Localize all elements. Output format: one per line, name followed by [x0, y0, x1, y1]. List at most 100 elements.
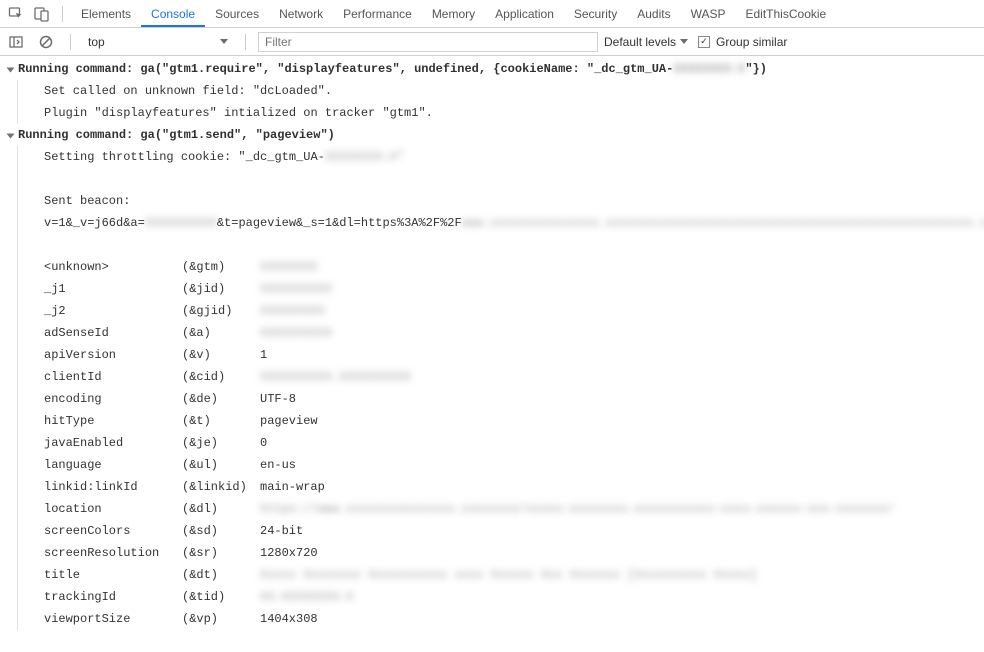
tab-memory[interactable]: Memory: [422, 1, 485, 27]
log-text: Plugin "displayfeatures" intialized on t…: [17, 102, 984, 124]
param-code: (&t): [182, 410, 260, 432]
param-value: 1280x720: [260, 542, 318, 564]
console-log-line: v=1&_v=j66d&a=XXXXXXXXXX&t=pageview&_s=1…: [0, 212, 984, 234]
beacon-param-row: _j2(&gjid)XXXXXXXXX: [0, 300, 984, 322]
param-code: (&vp): [182, 608, 260, 630]
param-code: (&a): [182, 322, 260, 344]
tab-elements[interactable]: Elements: [71, 1, 141, 27]
param-value: 0: [260, 432, 267, 454]
param-value: pageview: [260, 410, 318, 432]
tab-wasp[interactable]: WASP: [681, 1, 736, 27]
beacon-param-row: screenResolution(&sr)1280x720: [0, 542, 984, 564]
param-key: hitType: [44, 410, 182, 432]
show-console-sidebar-icon[interactable]: [4, 30, 28, 54]
log-text: "}): [745, 62, 767, 76]
execution-context-selector[interactable]: top: [83, 32, 233, 52]
console-group-header[interactable]: Running command: ga("gtm1.require", "dis…: [0, 58, 984, 80]
param-key: _j1: [44, 278, 182, 300]
inspect-element-icon[interactable]: [4, 2, 28, 26]
beacon-param-row: javaEnabled(&je)0: [0, 432, 984, 454]
param-key: linkid:linkId: [44, 476, 182, 498]
levels-label: Default levels: [604, 35, 676, 49]
redacted-text: XXXXXXXXXX: [145, 216, 217, 230]
console-log-line: [0, 234, 984, 256]
param-value: main-wrap: [260, 476, 325, 498]
log-text: Sent beacon:: [17, 190, 984, 212]
beacon-param-row: trackingId(&tid)XX-XXXXXXXX-X: [0, 586, 984, 608]
redacted-text: XXXXXXXX: [260, 256, 318, 278]
group-similar-toggle[interactable]: ✓ Group similar: [698, 35, 787, 49]
tab-application[interactable]: Application: [485, 1, 564, 27]
clear-console-icon[interactable]: [34, 30, 58, 54]
param-key: screenResolution: [44, 542, 182, 564]
devtools-toolbar: Elements Console Sources Network Perform…: [0, 0, 984, 28]
param-value: 1: [260, 344, 267, 366]
beacon-param-row: linkid:linkId(&linkid)main-wrap: [0, 476, 984, 498]
redacted-text: XXXXXXXX-X: [673, 62, 745, 76]
log-text: Running command: ga("gtm1.require", "dis…: [18, 62, 673, 76]
context-label: top: [88, 35, 105, 49]
toolbar-separator: [62, 6, 63, 22]
param-code: (&jid): [182, 278, 260, 300]
redacted-text: XXXXXXXXX: [260, 300, 325, 322]
disclosure-triangle-icon: [6, 134, 14, 139]
console-log-line: [0, 168, 984, 190]
param-code: (&sd): [182, 520, 260, 542]
tab-console[interactable]: Console: [141, 1, 205, 27]
redacted-text: www.xxxxxxxxxxxxxxx.xxxxxxxxxxxxxxxxxxxx…: [462, 216, 984, 230]
param-key: <unknown>: [44, 256, 182, 278]
tab-security[interactable]: Security: [564, 1, 627, 27]
tab-sources[interactable]: Sources: [205, 1, 269, 27]
param-value: 24-bit: [260, 520, 303, 542]
log-text: Running command: ga("gtm1.send", "pagevi…: [16, 124, 984, 146]
console-toolbar: top Default levels ✓ Group similar: [0, 28, 984, 56]
param-value: en-us: [260, 454, 296, 476]
param-key: _j2: [44, 300, 182, 322]
param-key: screenColors: [44, 520, 182, 542]
param-code: (&dl): [182, 498, 260, 520]
log-levels-selector[interactable]: Default levels: [604, 35, 688, 49]
subbar-separator: [245, 34, 246, 50]
beacon-param-row: _j1(&jid)XXXXXXXXXX: [0, 278, 984, 300]
beacon-param-row: <unknown>(&gtm)XXXXXXXX: [0, 256, 984, 278]
filter-input[interactable]: [258, 32, 598, 52]
group-similar-label: Group similar: [716, 35, 787, 49]
tab-editthiscookie[interactable]: EditThisCookie: [736, 1, 837, 27]
console-log-line: Setting throttling cookie: "_dc_gtm_UA-X…: [0, 146, 984, 168]
param-code: (&gjid): [182, 300, 260, 322]
tab-network[interactable]: Network: [269, 1, 333, 27]
tab-performance[interactable]: Performance: [333, 1, 422, 27]
log-text: v=1&_v=j66d&a=: [44, 216, 145, 230]
param-key: clientId: [44, 366, 182, 388]
param-code: (&cid): [182, 366, 260, 388]
redacted-text: XX-XXXXXXXX-X: [260, 586, 354, 608]
param-key: encoding: [44, 388, 182, 410]
param-code: (&de): [182, 388, 260, 410]
beacon-param-row: clientId(&cid)XXXXXXXXXX.XXXXXXXXXX: [0, 366, 984, 388]
redacted-text: Xxxxx Xxxxxxxx Xxxxxxxxxxx xxxx Xxxxxx X…: [260, 564, 757, 586]
param-key: location: [44, 498, 182, 520]
param-key: language: [44, 454, 182, 476]
beacon-param-row: language(&ul)en-us: [0, 454, 984, 476]
redacted-text: https://www.xxxxxxxxxxxxxxx.xxxxxxxx/xxx…: [260, 498, 894, 520]
log-text: Set called on unknown field: "dcLoaded".: [17, 80, 984, 102]
param-key: title: [44, 564, 182, 586]
console-log-line: Sent beacon:: [0, 190, 984, 212]
log-text: &t=pageview&_s=1&dl=https%3A%2F%2F: [217, 216, 462, 230]
console-group-header[interactable]: Running command: ga("gtm1.send", "pagevi…: [0, 124, 984, 146]
beacon-param-row: screenColors(&sd)24-bit: [0, 520, 984, 542]
param-key: adSenseId: [44, 322, 182, 344]
param-key: trackingId: [44, 586, 182, 608]
disclosure-triangle-icon: [6, 68, 14, 73]
param-code: (&je): [182, 432, 260, 454]
param-code: (&sr): [182, 542, 260, 564]
device-toggle-icon[interactable]: [30, 2, 54, 26]
console-log-line: Plugin "displayfeatures" intialized on t…: [0, 102, 984, 124]
beacon-param-row: apiVersion(&v)1: [0, 344, 984, 366]
param-code: (&tid): [182, 586, 260, 608]
console-output: Running command: ga("gtm1.require", "dis…: [0, 56, 984, 630]
beacon-param-row: location(&dl)https://www.xxxxxxxxxxxxxxx…: [0, 498, 984, 520]
tab-audits[interactable]: Audits: [627, 1, 680, 27]
param-key: viewportSize: [44, 608, 182, 630]
beacon-param-row: title(&dt)Xxxxx Xxxxxxxx Xxxxxxxxxxx xxx…: [0, 564, 984, 586]
